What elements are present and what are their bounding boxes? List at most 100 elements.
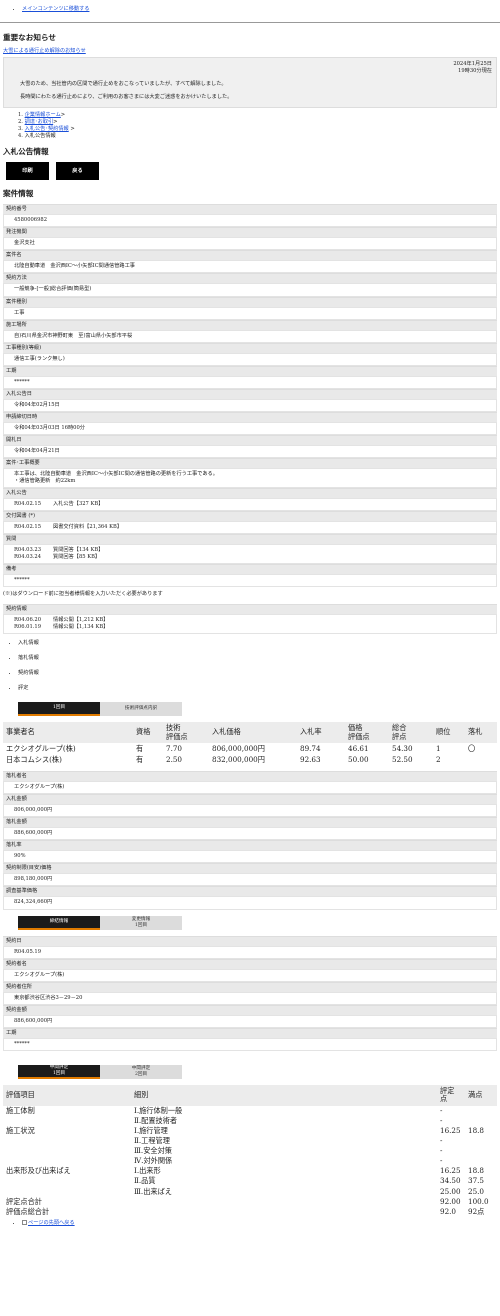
skip-to-main-link[interactable]: メインコンテンツに移動する: [22, 6, 89, 12]
table-row: 施工体制 Ⅰ.施行体制一般 -: [3, 1106, 497, 1116]
col-award: 落札: [465, 722, 497, 744]
cell-score: 34.50: [440, 1176, 461, 1186]
field-label: 質問: [3, 533, 497, 544]
contract-tabs: 締結情報 変更情報 1回目: [18, 915, 500, 930]
breadcrumb-item-procurement[interactable]: 調達･お取引: [25, 119, 54, 125]
col-company: 事業者名: [3, 722, 133, 744]
cell-item: [3, 1136, 131, 1146]
field-value: 工事: [3, 306, 497, 320]
doc-link[interactable]: 図書交付資料【21,364 KB】: [53, 524, 122, 531]
link-bid-info[interactable]: 入札情報: [18, 640, 500, 647]
tab-interim-eval-2[interactable]: 中間評定 2回目: [100, 1064, 182, 1079]
section-links: 入札情報 落札情報 契約情報 評定: [0, 640, 500, 692]
col-total-score: 総合 評点: [389, 722, 433, 744]
cell-tech-score: 2.50: [166, 755, 183, 765]
cell-full: [465, 1116, 497, 1126]
field-work-type: 工事種別(等級) 通信工事(ランク無し): [3, 342, 497, 366]
tab-contract-change[interactable]: 変更情報 1回目: [100, 915, 182, 930]
notice-link[interactable]: 大雪による通行止め解除のお知らせ: [3, 48, 86, 54]
field-contract-info: 契約情報 R04.06.20 情報公開【1,212 KB】 R06.01.19 情報公開…: [3, 603, 497, 634]
col-label: 評価点: [348, 731, 370, 741]
field-value: 886,600,000円: [3, 827, 497, 841]
doc-link[interactable]: 質問回答【134 KB】: [53, 547, 103, 554]
link-award-info[interactable]: 落札情報: [18, 655, 500, 662]
cell-bid-rate: 89.74: [300, 744, 321, 754]
bid-tabs: 1回目 技術評価点内訳: [18, 702, 500, 717]
page-icon: [22, 1219, 27, 1225]
field-label: 案件･工事概要: [3, 457, 497, 468]
cell-full: 18.8: [468, 1166, 485, 1176]
cell-full: [465, 1136, 497, 1146]
cell-full: [465, 1156, 497, 1166]
field-label: 備考: [3, 563, 497, 574]
back-button[interactable]: 戻る: [56, 162, 99, 181]
col-label: 総合: [392, 723, 407, 733]
field-label: 入札公告: [3, 487, 497, 498]
doc-link[interactable]: 情報公開【1,212 KB】: [53, 617, 108, 624]
col-price-score: 価格 評価点: [345, 722, 389, 744]
field-period: 工期 ******: [3, 365, 497, 389]
field-label: 施工場所: [3, 319, 497, 330]
field-label: 落札金額: [3, 817, 497, 828]
cell-detail: [131, 1207, 437, 1217]
back-to-top-link[interactable]: ページの先頭へ戻る: [28, 1220, 75, 1226]
bid-results-table: 事業者名 資格 技術 評価点 入札価格 入札率 価格 評価点 総合 評点 順位 落札 …: [3, 722, 497, 765]
tab-interim-eval-1[interactable]: 中間評定 1回目: [18, 1064, 100, 1079]
field-value: 東京都渋谷区渋谷3－29－20: [3, 991, 497, 1005]
field-label: 案件名: [3, 250, 497, 261]
cell-full: [465, 1146, 497, 1156]
col-eval-full: 満点: [465, 1084, 497, 1106]
field-contract-no: 契約番号 4580006982: [3, 204, 497, 228]
tab-contract-signed[interactable]: 締結情報: [18, 915, 100, 930]
doc-link[interactable]: 質問回答【85 KB】: [53, 554, 100, 561]
case-heading: 案件情報: [3, 189, 34, 199]
cell-detail: Ⅱ.配置技術者: [134, 1116, 178, 1126]
notice-box: 2024年1月25日 19時30分現在 大雪のため、当社管内の区間で通行止めをお…: [3, 57, 497, 108]
doc-link[interactable]: 入札公告【327 KB】: [53, 501, 103, 508]
tab-round-1[interactable]: 1回目: [18, 702, 100, 717]
link-evaluation[interactable]: 評定: [18, 685, 500, 692]
field-method: 契約方法 一般競争-[一般]総合評価(簡易型): [3, 273, 497, 297]
cell-rank: 2: [436, 755, 441, 765]
cell-detail: Ⅱ.工程管理: [134, 1136, 170, 1146]
breadcrumb-item-current: 入札公告情報: [24, 132, 56, 139]
tab-label: 1回目: [134, 922, 148, 928]
field-value: 金沢支社: [3, 237, 497, 251]
field-label: 申請締切日時: [3, 411, 497, 422]
field-award-amount: 落札金額 886,600,000円: [3, 817, 497, 841]
cell-full: 37.5: [468, 1176, 485, 1186]
col-qualification: 資格: [133, 722, 163, 744]
field-label: 契約金額: [3, 1004, 497, 1015]
cell-full: 100.0: [468, 1196, 489, 1206]
field-label: 契約方法: [3, 273, 497, 284]
cell-score: -: [440, 1116, 443, 1126]
field-label: 契約制限(目安)価格: [3, 863, 497, 874]
doc-link[interactable]: 情報公開【1,134 KB】: [53, 624, 108, 631]
cell-bid-rate: 92.63: [300, 755, 321, 765]
tab-label: 2回目: [134, 1071, 148, 1077]
notice-time: 19時30分現在: [458, 68, 492, 75]
breadcrumb-item-home[interactable]: 企業情報ホーム: [25, 112, 61, 118]
cell-qualification: 有: [136, 744, 144, 754]
field-label: 発注機関: [3, 227, 497, 238]
cell-company: 日本コムシス(株): [6, 755, 62, 765]
cell-detail: Ⅲ.出来ばえ: [134, 1186, 172, 1196]
link-contract-info[interactable]: 契約情報: [18, 670, 500, 677]
field-value: 806,000,000円: [3, 804, 497, 818]
cell-item: 評定点合計: [6, 1196, 42, 1206]
field-questions: 質問 R04.03.23 質問回答【134 KB】 R04.03.24 質問回答【85 …: [3, 533, 497, 564]
table-row: Ⅳ.対外関係 -: [3, 1156, 497, 1166]
field-contract-address: 契約者住所 東京都渋谷区渋谷3－29－20: [3, 981, 497, 1005]
field-value: 令和04年04月21日: [3, 444, 497, 458]
breadcrumb-item-bids[interactable]: 入札公告･契約情報: [25, 126, 69, 132]
tab-tech-breakdown[interactable]: 技術評価点内訳: [100, 702, 182, 717]
evaluation-table: 評価項目 細別 評定点 満点 施工体制 Ⅰ.施行体制一般 - Ⅱ.配置技術者 - 施工…: [3, 1084, 497, 1217]
field-label: 交付図書 (*): [3, 510, 497, 521]
field-label: 契約日: [3, 935, 497, 946]
field-issued-docs: 交付図書 (*) R04.02.15 図書交付資料【21,364 KB】: [3, 510, 497, 534]
table-row: エクシオグループ(株) 有 7.70 806,000,000円 89.74 46…: [3, 743, 497, 754]
print-button[interactable]: 印刷: [6, 162, 49, 181]
col-eval-score: 評定点: [437, 1084, 465, 1106]
table-row: 日本コムシス(株) 有 2.50 832,000,000円 92.63 50.0…: [3, 754, 497, 765]
cell-full: 92点: [468, 1206, 485, 1216]
